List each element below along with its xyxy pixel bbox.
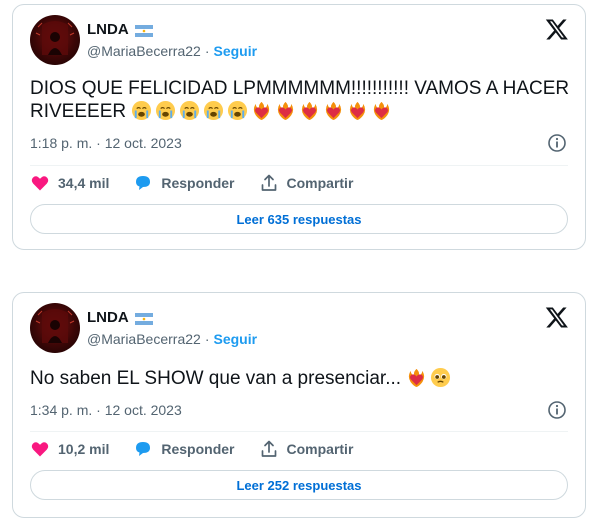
avatar-image xyxy=(35,309,75,343)
handle[interactable]: @MariaBecerra22 xyxy=(87,43,201,59)
reply-button[interactable]: Responder xyxy=(133,439,235,459)
heart-on-fire-icon xyxy=(350,101,366,121)
divider xyxy=(30,165,568,166)
heart-on-fire-icon xyxy=(254,101,270,121)
share-icon xyxy=(261,174,276,191)
reply-bubble-icon xyxy=(136,442,151,456)
tweet-text: DIOS QUE FELICIDAD LPMMMMMM!!!!!!!!!!! V… xyxy=(30,77,570,123)
tweet-text-content: No saben EL SHOW que van a presenciar... xyxy=(30,368,402,389)
heart-icon xyxy=(31,176,49,191)
x-logo-icon[interactable] xyxy=(545,17,569,41)
read-replies-button[interactable]: Leer 252 respuestas xyxy=(30,470,568,500)
crying-face-icon xyxy=(204,100,224,121)
like-button[interactable]: 10,2 mil xyxy=(30,439,109,459)
reply-button[interactable]: Responder xyxy=(133,173,235,193)
emoji-row xyxy=(401,367,454,389)
crying-face-icon xyxy=(132,100,152,121)
heart-on-fire-icon xyxy=(302,101,318,121)
divider xyxy=(30,431,568,432)
share-button[interactable]: Compartir xyxy=(259,173,354,193)
heart-on-fire-icon xyxy=(278,101,294,121)
like-button[interactable]: 34,4 mil xyxy=(30,173,109,193)
separator: · xyxy=(204,331,210,347)
crying-face-icon xyxy=(180,100,200,121)
x-logo-icon[interactable] xyxy=(545,305,569,329)
crying-face-icon xyxy=(156,100,176,121)
heart-on-fire-icon xyxy=(326,101,342,121)
handle[interactable]: @MariaBecerra22 xyxy=(87,331,201,347)
display-name[interactable]: LNDA xyxy=(87,21,129,38)
crying-face-icon xyxy=(228,100,248,121)
separator: · xyxy=(204,43,210,59)
heart-on-fire-icon xyxy=(409,368,425,388)
reply-bubble-icon xyxy=(136,176,151,190)
info-icon[interactable] xyxy=(547,133,567,153)
heart-icon xyxy=(31,442,49,457)
avatar[interactable] xyxy=(30,303,80,353)
argentina-flag-icon xyxy=(134,312,153,325)
display-name[interactable]: LNDA xyxy=(87,309,129,326)
like-count: 34,4 mil xyxy=(58,175,110,191)
like-count: 10,2 mil xyxy=(58,441,110,457)
tweet-card[interactable]: LNDA @MariaBecerra22 · Seguir DIOS QUE F… xyxy=(12,4,586,250)
avatar-image xyxy=(35,21,75,55)
argentina-flag-icon xyxy=(134,24,153,37)
share-label: Compartir xyxy=(286,175,354,191)
emoji-row xyxy=(126,100,395,122)
share-button[interactable]: Compartir xyxy=(259,439,354,459)
follow-button[interactable]: Seguir xyxy=(213,331,257,347)
timestamp[interactable]: 1:34 p. m. · 12 oct. 2023 xyxy=(30,402,182,418)
info-icon[interactable] xyxy=(547,400,567,420)
tweet-text: No saben EL SHOW que van a presenciar... xyxy=(30,367,570,390)
timestamp[interactable]: 1:18 p. m. · 12 oct. 2023 xyxy=(30,135,182,151)
follow-button[interactable]: Seguir xyxy=(213,43,257,59)
pleading-face-icon xyxy=(431,367,451,388)
read-replies-button[interactable]: Leer 635 respuestas xyxy=(30,204,568,234)
reply-label: Responder xyxy=(161,441,235,457)
share-label: Compartir xyxy=(286,441,354,457)
heart-on-fire-icon xyxy=(374,101,390,121)
share-icon xyxy=(261,440,276,457)
avatar[interactable] xyxy=(30,15,80,65)
tweet-card[interactable]: LNDA @MariaBecerra22 · Seguir No saben E… xyxy=(12,292,586,518)
reply-label: Responder xyxy=(161,175,235,191)
